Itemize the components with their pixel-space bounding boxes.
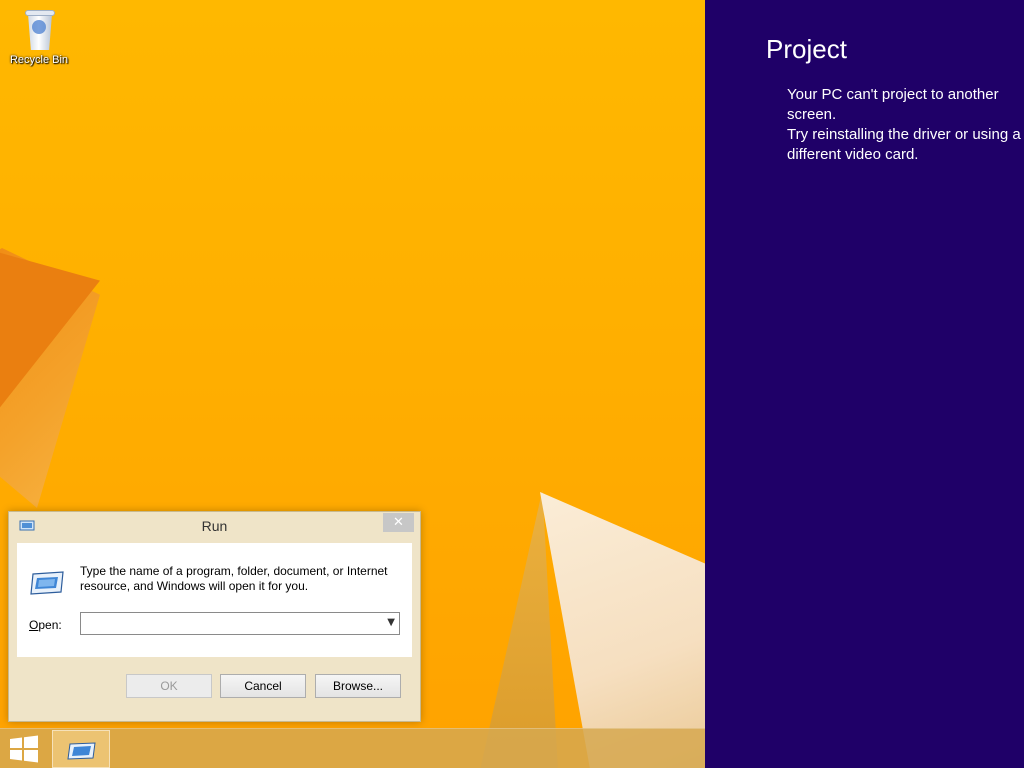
open-combobox[interactable]: ▼ bbox=[80, 612, 400, 635]
run-dialog: Run ✕ Type the name of a program, folder… bbox=[8, 511, 421, 722]
open-input[interactable] bbox=[81, 613, 376, 635]
recycle-bin-shortcut[interactable]: Recycle Bin bbox=[4, 6, 74, 66]
run-dialog-titlebar[interactable]: Run ✕ bbox=[9, 512, 420, 542]
chevron-down-icon[interactable]: ▼ bbox=[387, 617, 395, 628]
run-program-icon bbox=[30, 571, 64, 595]
charm-title: Project bbox=[766, 34, 847, 64]
browse-button[interactable]: Browse... bbox=[315, 674, 401, 698]
recycle-bin-icon bbox=[22, 6, 56, 52]
recycle-bin-label: Recycle Bin bbox=[9, 54, 69, 66]
run-dialog-title: Run bbox=[201, 518, 228, 534]
windows-logo-icon[interactable] bbox=[8, 735, 40, 763]
run-dialog-content: Type the name of a program, folder, docu… bbox=[17, 543, 412, 657]
open-label: Open: bbox=[29, 618, 62, 632]
cancel-button[interactable]: Cancel bbox=[220, 674, 306, 698]
run-icon bbox=[67, 742, 96, 760]
project-charm-panel: Project Your PC can't project to another… bbox=[705, 0, 1024, 768]
run-description: Type the name of a program, folder, docu… bbox=[80, 564, 388, 593]
ok-button[interactable]: OK bbox=[126, 674, 212, 698]
close-button[interactable]: ✕ bbox=[383, 513, 414, 532]
desktop[interactable]: Recycle Bin Run ✕ Type the name of a pro… bbox=[0, 0, 705, 768]
taskbar-run-button[interactable] bbox=[52, 730, 110, 768]
taskbar bbox=[0, 728, 705, 768]
charm-message: Your PC can't project to another screen.… bbox=[787, 86, 1021, 163]
